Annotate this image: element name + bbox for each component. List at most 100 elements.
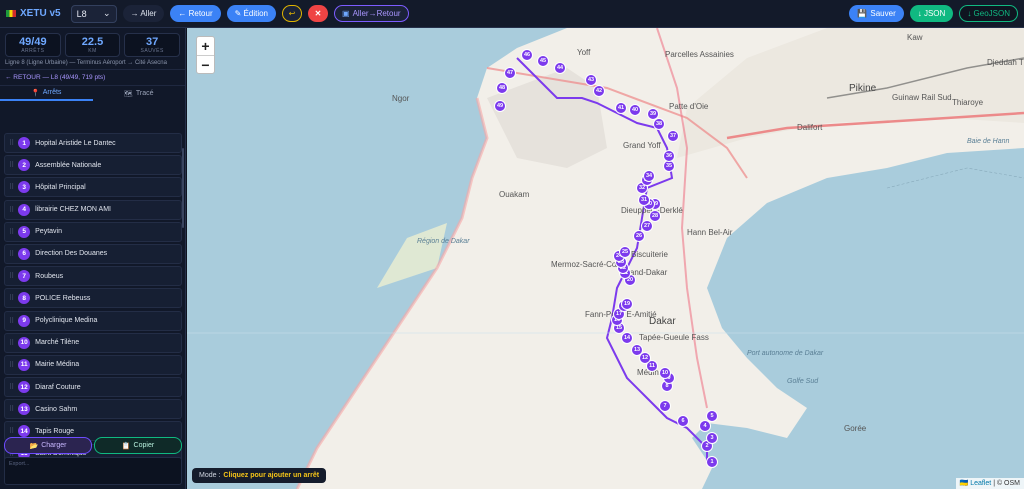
stop-item[interactable]: ⠿ 11 Mairie Médina (4, 354, 182, 375)
json-button[interactable]: ↓ JSON (909, 5, 954, 22)
geojson-button[interactable]: ↓ GeoJSON (959, 5, 1018, 22)
drag-handle-icon[interactable]: ⠿ (9, 250, 14, 258)
stop-item[interactable]: ⠿ 1 Hopital Aristide Le Dantec (4, 133, 182, 153)
stop-number: 3 (18, 181, 31, 194)
stop-marker[interactable]: 47 (504, 67, 516, 79)
stop-item[interactable]: ⠿ 2 Assemblée Nationale (4, 155, 182, 176)
stop-marker[interactable]: 27 (641, 220, 653, 232)
stop-marker[interactable]: 45 (537, 55, 549, 67)
stop-name: Hopital Aristide Le Dantec (35, 139, 116, 147)
tab-arrets[interactable]: 📍 Arrêts (0, 86, 93, 101)
stop-name: Diaraf Couture (35, 383, 81, 391)
stop-marker[interactable]: 49 (494, 100, 506, 112)
stop-marker[interactable]: 37 (667, 130, 679, 142)
stop-marker[interactable]: 3 (706, 432, 718, 444)
stop-marker[interactable]: 4 (699, 420, 711, 432)
stop-item[interactable]: ⠿ 5 Peytavin (4, 221, 182, 242)
bottom-buttons: 📂 Charger 📋 Copier (4, 437, 182, 454)
drag-handle-icon[interactable]: ⠿ (9, 161, 14, 169)
stop-item[interactable]: ⠿ 13 Casino Sahm (4, 399, 182, 420)
map-place-label: Grand Yoff (623, 141, 661, 150)
tab-label: Tracé (135, 90, 154, 97)
tab-trace[interactable]: 🗺 Tracé (93, 86, 186, 101)
stop-name: Peytavin (35, 228, 62, 236)
zoom-out-button[interactable]: − (197, 55, 214, 73)
stop-marker[interactable]: 25 (619, 246, 631, 258)
stop-list: ⠿ 1 Hopital Aristide Le Dantec ⠿ 2 Assemblée … (4, 133, 182, 459)
save-button[interactable]: 💾 Sauver (849, 5, 904, 22)
copier-button[interactable]: 📋 Copier (94, 437, 182, 454)
drag-handle-icon[interactable]: ⠿ (9, 206, 14, 214)
stop-item[interactable]: ⠿ 9 Polyclinique Medina (4, 310, 182, 331)
stop-marker[interactable]: 39 (647, 108, 659, 120)
stop-number: 11 (18, 358, 31, 371)
stop-name: Marché Tilène (35, 339, 80, 347)
clear-button[interactable]: ✕ (308, 5, 328, 22)
stop-marker[interactable]: 44 (554, 62, 566, 74)
stop-marker[interactable]: 40 (629, 104, 641, 116)
drag-handle-icon[interactable]: ⠿ (9, 228, 14, 236)
stop-marker[interactable]: 10 (659, 367, 671, 379)
edition-button[interactable]: ✎ Édition (226, 5, 276, 22)
stop-item[interactable]: ⠿ 10 Marché Tilène (4, 332, 182, 353)
stop-marker[interactable]: 13 (631, 344, 643, 356)
export-textarea[interactable]: Export... (4, 457, 182, 485)
drag-handle-icon[interactable]: ⠿ (9, 183, 14, 191)
stop-item[interactable]: ⠿ 4 librairie CHEZ MON AMI (4, 199, 182, 220)
stop-marker[interactable]: 34 (643, 170, 655, 182)
stat-label: SAUVÉS (140, 48, 164, 54)
stop-marker[interactable]: 38 (653, 118, 665, 130)
aller-retour-button[interactable]: ▣ Aller→Retour (334, 5, 409, 22)
folder-icon: 📂 (29, 442, 39, 450)
stat-value: 22.5 (81, 36, 104, 48)
senegal-flag-icon (6, 10, 16, 17)
drag-handle-icon[interactable]: ⠿ (9, 405, 14, 413)
stop-item[interactable]: ⠿ 12 Diaraf Couture (4, 377, 182, 398)
scrollbar[interactable] (182, 148, 184, 228)
stop-marker[interactable]: 42 (593, 85, 605, 97)
drag-handle-icon[interactable]: ⠿ (9, 272, 14, 280)
stat-value: 49/49 (19, 36, 47, 48)
stop-marker[interactable]: 26 (633, 230, 645, 242)
app-brand: XETU v5 (6, 8, 61, 19)
zoom-in-button[interactable]: + (197, 37, 214, 55)
stop-marker[interactable]: 14 (621, 332, 633, 344)
aller-button[interactable]: → Aller (122, 5, 165, 22)
drag-handle-icon[interactable]: ⠿ (9, 427, 14, 435)
map-view[interactable]: + − Yoff Parcelles Assainies Ngor Patte d'O… (187, 28, 1024, 489)
charger-button[interactable]: 📂 Charger (4, 437, 92, 454)
stop-number: 8 (18, 292, 31, 305)
stop-marker[interactable]: 48 (496, 82, 508, 94)
line-select[interactable]: L8 ⌄ (70, 4, 117, 23)
stop-marker[interactable]: 28 (649, 210, 661, 222)
stop-item[interactable]: ⠿ 7 Roubeus (4, 266, 182, 287)
stop-item[interactable]: ⠿ 6 Direction Des Douanes (4, 243, 182, 264)
stop-marker[interactable]: 41 (615, 102, 627, 114)
stop-marker[interactable]: 36 (663, 150, 675, 162)
drag-handle-icon[interactable]: ⠿ (9, 339, 14, 347)
copy-icon: ▣ (342, 9, 350, 18)
retour-button[interactable]: ← Retour (170, 5, 221, 22)
leaflet-link[interactable]: Leaflet (970, 480, 991, 487)
drag-handle-icon[interactable]: ⠿ (9, 361, 14, 369)
stop-name: Hôpital Principal (35, 183, 86, 191)
stop-number: 1 (18, 137, 31, 149)
drag-handle-icon[interactable]: ⠿ (9, 383, 14, 391)
stat-label: ARRÊTS (21, 48, 45, 54)
stop-name: Mairie Médina (35, 361, 80, 369)
stop-marker[interactable]: 43 (585, 74, 597, 86)
map-place-label: Hann Bel-Air (687, 228, 733, 237)
stop-item[interactable]: ⠿ 8 POLICE Rebeuss (4, 288, 182, 309)
stop-marker[interactable]: 46 (521, 49, 533, 61)
drag-handle-icon[interactable]: ⠿ (9, 139, 14, 147)
stop-marker[interactable]: 19 (621, 298, 633, 310)
stop-item[interactable]: ⠿ 3 Hôpital Principal (4, 177, 182, 198)
stop-marker[interactable]: 7 (659, 400, 671, 412)
stop-marker[interactable]: 5 (706, 410, 718, 422)
undo-button[interactable]: ↩ (282, 5, 302, 22)
stop-marker[interactable]: 31 (638, 194, 650, 206)
drag-handle-icon[interactable]: ⠿ (9, 317, 14, 325)
drag-handle-icon[interactable]: ⠿ (9, 294, 14, 302)
stop-marker[interactable]: 1 (706, 456, 718, 468)
stop-marker[interactable]: 6 (677, 415, 689, 427)
